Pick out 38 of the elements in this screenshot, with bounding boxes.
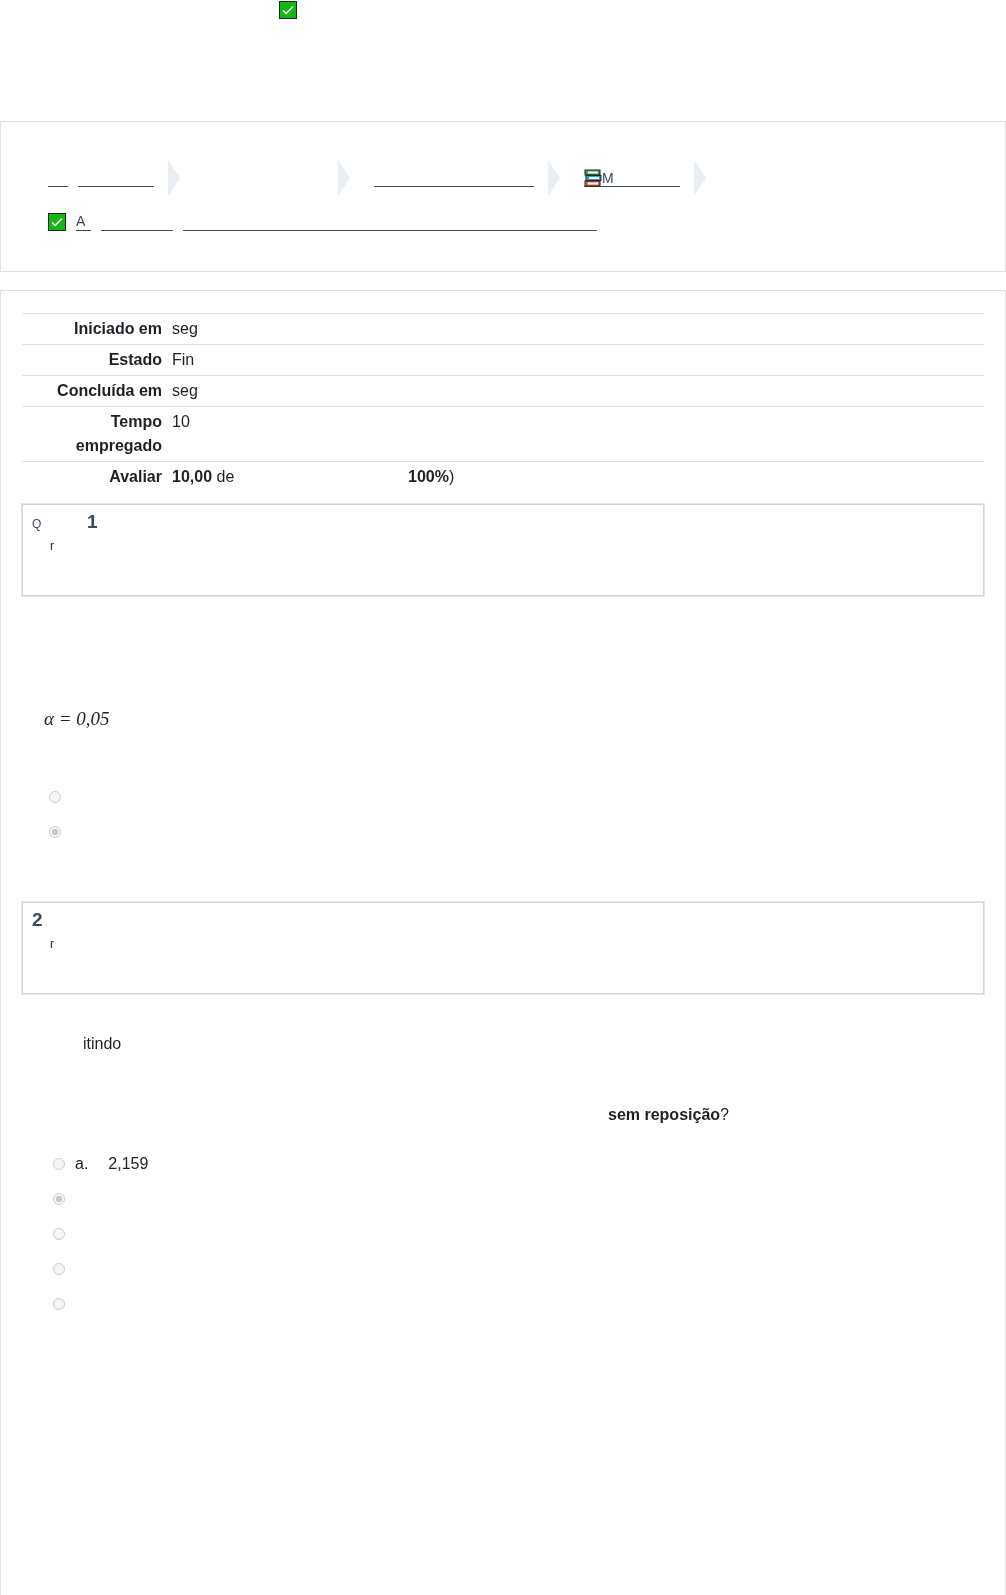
books-icon bbox=[584, 168, 602, 187]
summary-value: 10,00 de bbox=[172, 467, 236, 487]
summary-label: Concluída em bbox=[22, 375, 172, 407]
breadcrumb-link[interactable] bbox=[48, 185, 68, 187]
radio-button[interactable] bbox=[53, 1193, 65, 1205]
question-number: 2 bbox=[32, 909, 43, 931]
summary-value: seg bbox=[172, 319, 199, 339]
radio-button[interactable] bbox=[53, 1298, 65, 1310]
question-text: itindo bbox=[83, 1035, 122, 1053]
summary-label: Tempo empregado bbox=[22, 406, 172, 462]
breadcrumb-link[interactable] bbox=[183, 229, 598, 231]
radio-button[interactable] bbox=[49, 826, 61, 838]
checkbox-icon bbox=[48, 213, 66, 231]
breadcrumb-link[interactable] bbox=[374, 185, 534, 187]
question-text: sem reposição? bbox=[608, 1106, 729, 1124]
breadcrumb-link[interactable] bbox=[78, 185, 154, 187]
question-status: r bbox=[50, 539, 54, 553]
option-text: 2,159 bbox=[108, 1155, 149, 1173]
question-number: 1 bbox=[87, 511, 98, 533]
summary-label: Iniciado em bbox=[22, 313, 172, 345]
summary-value: seg bbox=[172, 381, 199, 401]
checkbox-icon bbox=[279, 1, 297, 19]
radio-button[interactable] bbox=[53, 1228, 65, 1240]
question-label: Q bbox=[32, 517, 43, 531]
math-formula: α = 0,05 bbox=[44, 708, 110, 730]
question-status: r bbox=[50, 937, 54, 951]
summary-label: Estado bbox=[22, 344, 172, 376]
radio-button[interactable] bbox=[53, 1158, 65, 1170]
option-letter: a. bbox=[75, 1155, 89, 1173]
breadcrumb-link[interactable]: M bbox=[584, 169, 680, 187]
breadcrumb-link[interactable] bbox=[101, 229, 174, 231]
summary-value: 10 bbox=[172, 412, 191, 432]
summary-label: Avaliar bbox=[22, 461, 172, 492]
radio-button[interactable] bbox=[53, 1263, 65, 1275]
radio-button[interactable] bbox=[49, 791, 61, 803]
summary-value: Fin bbox=[172, 350, 196, 370]
activity-link[interactable]: A bbox=[76, 213, 92, 231]
summary-value: 100%) bbox=[408, 467, 455, 487]
